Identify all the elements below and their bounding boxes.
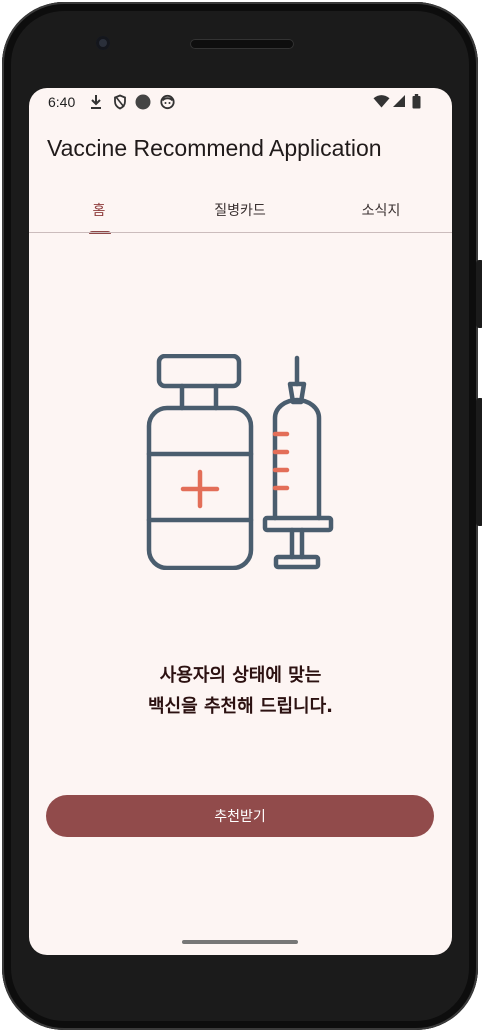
get-recommendation-button[interactable]: 추천받기: [46, 795, 434, 837]
phone-frame: 6:40 Vaccine Recommend Application 홈 질병카…: [2, 2, 482, 1030]
earpiece-speaker: [190, 39, 294, 49]
tab-divider: [29, 232, 452, 233]
circle-icon: [135, 94, 151, 113]
app-title: Vaccine Recommend Application: [47, 135, 382, 161]
home-gesture-bar[interactable]: [182, 940, 298, 944]
wifi-icon: [373, 94, 390, 111]
message-line-2: 백신을 추천해 드립니다.: [148, 696, 333, 717]
signal-icon: [392, 94, 406, 111]
volume-button: [476, 398, 482, 526]
power-button: [476, 260, 482, 328]
face-icon: [160, 94, 175, 113]
screen: 6:40 Vaccine Recommend Application 홈 질병카…: [29, 88, 452, 955]
message-line-1: 사용자의 상태에 맞는: [159, 665, 322, 686]
status-bar: 6:40: [29, 88, 452, 116]
tab-newsletter[interactable]: 소식지: [362, 200, 401, 220]
tab-home[interactable]: 홈: [93, 200, 106, 220]
battery-icon: [412, 94, 421, 112]
status-time: 6:40: [48, 94, 76, 110]
recommendation-message: 사용자의 상태에 맞는 백신을 추천해 드립니다.: [29, 660, 452, 722]
front-camera: [96, 36, 110, 50]
tab-bar: 홈 질병카드 소식지: [29, 192, 452, 234]
download-icon: [89, 94, 103, 113]
shield-icon: [113, 94, 127, 113]
tab-disease-card[interactable]: 질병카드: [214, 200, 266, 220]
vaccine-and-syringe-icon: [145, 353, 335, 574]
